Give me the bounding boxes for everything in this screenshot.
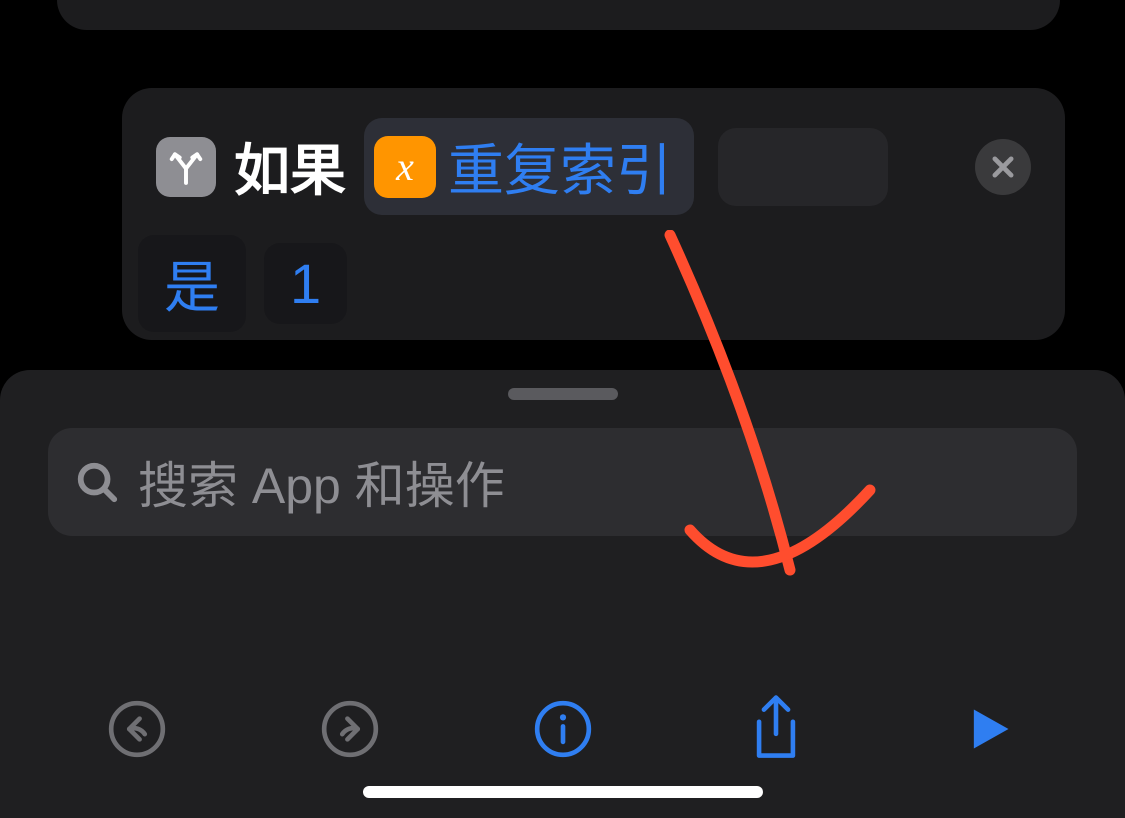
- undo-button[interactable]: [104, 696, 170, 762]
- search-icon: [74, 459, 120, 505]
- redo-icon: [319, 698, 381, 760]
- info-button[interactable]: [530, 696, 596, 762]
- search-placeholder: 搜索 App 和操作: [138, 446, 505, 518]
- if-row: 如果 x 重复索引: [156, 118, 1031, 215]
- drawer-grabber[interactable]: [508, 388, 618, 400]
- branch-icon: [156, 137, 216, 197]
- delete-action-button[interactable]: [975, 139, 1031, 195]
- play-icon: [963, 703, 1015, 755]
- previous-action-card: [57, 0, 1060, 30]
- run-button[interactable]: [956, 696, 1022, 762]
- share-button[interactable]: [743, 696, 809, 762]
- info-icon: [532, 698, 594, 760]
- actions-drawer[interactable]: 搜索 App 和操作: [0, 370, 1125, 818]
- empty-parameter-slot[interactable]: [718, 128, 888, 206]
- variable-name: 重复索引: [448, 126, 672, 207]
- close-icon: [989, 153, 1017, 181]
- search-input[interactable]: 搜索 App 和操作: [48, 428, 1077, 536]
- bottom-toolbar: [0, 696, 1125, 762]
- share-icon: [747, 695, 805, 763]
- home-indicator[interactable]: [363, 786, 763, 798]
- value-token[interactable]: 1: [264, 243, 347, 324]
- if-label: 如果: [234, 126, 346, 207]
- variable-token[interactable]: x 重复索引: [364, 118, 694, 215]
- redo-button[interactable]: [317, 696, 383, 762]
- condition-row: 是 1: [138, 235, 1031, 332]
- variable-icon: x: [374, 136, 436, 198]
- undo-icon: [106, 698, 168, 760]
- condition-token[interactable]: 是: [138, 235, 246, 332]
- if-action-card[interactable]: 如果 x 重复索引 是 1: [122, 88, 1065, 340]
